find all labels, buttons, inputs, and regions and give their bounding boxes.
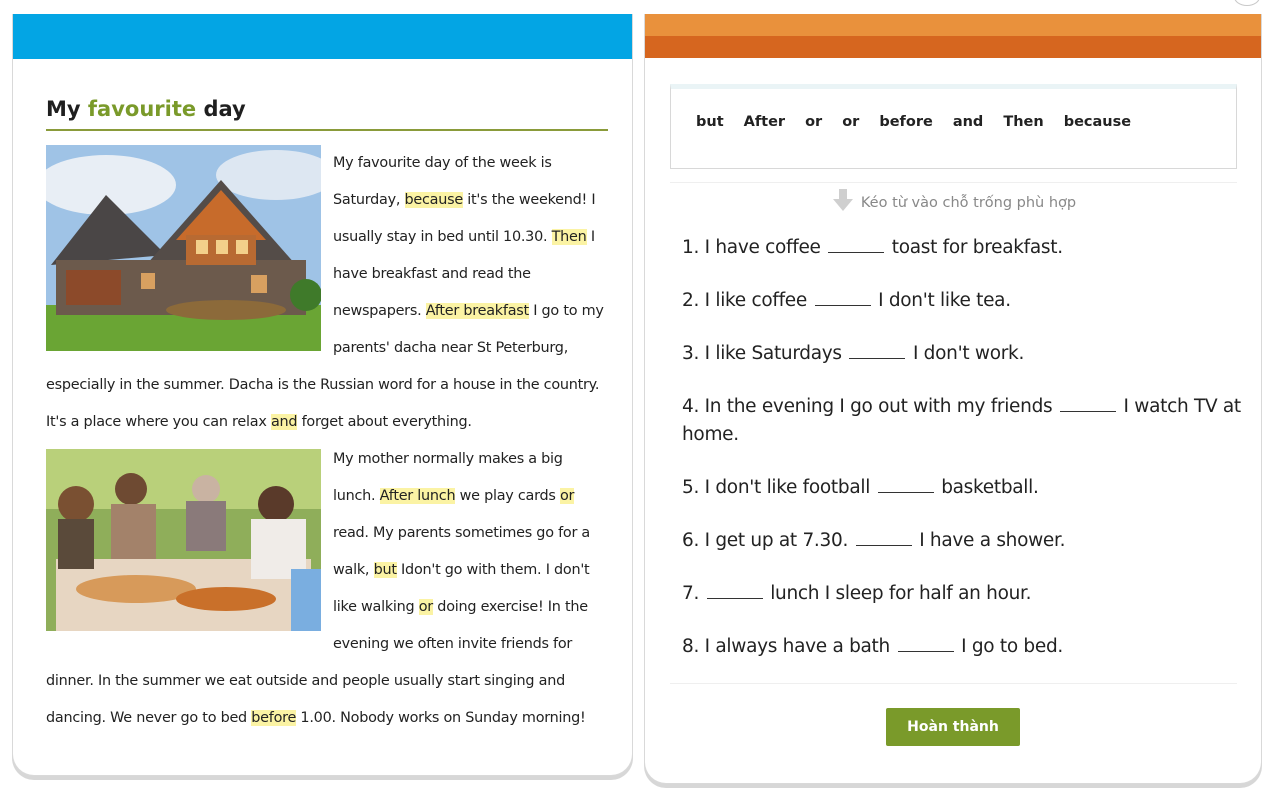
question-text-before: 6. I get up at 7.30.	[682, 530, 854, 551]
highlighted-word: and	[270, 414, 298, 430]
question-text-after: I don't like tea.	[872, 290, 1011, 311]
answer-blank[interactable]	[855, 528, 912, 546]
exercise-header-bar-top	[645, 14, 1261, 36]
highlighted-word: because	[404, 192, 463, 208]
answer-blank[interactable]	[1059, 394, 1116, 412]
question-text-before: 2. I like coffee	[682, 290, 813, 311]
question-item: 4. In the evening I go out with my frien…	[682, 393, 1242, 449]
question-item: 8. I always have a bath I go to bed.	[682, 633, 1242, 661]
family-lunch-photo	[46, 449, 321, 631]
question-item: 7. lunch I sleep for half an hour.	[682, 580, 1242, 608]
highlighted-word: Then	[551, 229, 587, 245]
question-item: 1. I have coffee toast for breakfast.	[682, 234, 1242, 262]
word-bank: but After or or before and Then because	[670, 84, 1237, 169]
question-text-after: toast for breakfast.	[886, 237, 1063, 258]
title-part-2: day	[203, 97, 246, 121]
word-chip[interactable]: Then	[1003, 114, 1043, 130]
question-text-after: I don't work.	[907, 343, 1025, 364]
reading-panel: My favourite day My favourite day of the…	[12, 14, 633, 776]
question-text-after: I have a shower.	[913, 530, 1066, 551]
title-part-1: My	[46, 97, 81, 121]
answer-blank[interactable]	[877, 475, 934, 493]
divider	[670, 683, 1237, 684]
highlighted-word: but	[373, 562, 397, 578]
paragraph-text: 1.00. Nobody works on Sunday morning!	[296, 710, 586, 726]
question-text-before: 7.	[682, 583, 705, 604]
paragraph-text: we play cards	[455, 488, 560, 504]
question-text-after: lunch I sleep for half an hour.	[764, 583, 1032, 604]
reading-title: My favourite day	[46, 94, 608, 131]
question-text-before: 5. I don't like football	[682, 477, 876, 498]
question-text-before: 3. I like Saturdays	[682, 343, 848, 364]
highlighted-word: before	[251, 710, 297, 726]
exercise-panel: but After or or before and Then because Kéo từ …	[644, 14, 1262, 784]
title-highlight: favourite	[87, 97, 197, 121]
arrow-down-icon	[831, 189, 855, 211]
drag-hint-text: Kéo từ vào chỗ trống phù hợp	[860, 195, 1077, 211]
finish-button[interactable]: Hoàn thành	[886, 708, 1020, 746]
word-chip[interactable]: or	[842, 114, 859, 130]
word-chip[interactable]: After	[744, 114, 785, 130]
question-list: 1. I have coffee toast for breakfast. 2. …	[682, 234, 1242, 686]
question-item: 6. I get up at 7.30. I have a shower.	[682, 527, 1242, 555]
question-item: 3. I like Saturdays I don't work.	[682, 340, 1242, 368]
drag-hint: Kéo từ vào chỗ trống phù hợp	[670, 182, 1237, 211]
word-chip[interactable]: because	[1064, 114, 1131, 130]
highlighted-word: After lunch	[379, 488, 456, 504]
question-text-before: 8. I always have a bath	[682, 636, 896, 657]
reading-panel-header-bar	[13, 14, 632, 59]
question-text-before: 1. I have coffee	[682, 237, 827, 258]
exercise-header-bar-bottom	[645, 36, 1261, 58]
word-chip[interactable]: or	[805, 114, 822, 130]
question-text-after: I go to bed.	[955, 636, 1063, 657]
answer-blank[interactable]	[897, 634, 954, 652]
question-text-before: 4. In the evening I go out with my frien…	[682, 396, 1058, 417]
question-text-after: basketball.	[935, 477, 1039, 498]
question-item: 5. I don't like football basketball.	[682, 474, 1242, 502]
answer-blank[interactable]	[849, 341, 906, 359]
question-item: 2. I like coffee I don't like tea.	[682, 287, 1242, 315]
highlighted-word: or	[418, 599, 433, 615]
word-chip[interactable]: but	[696, 114, 724, 130]
answer-blank[interactable]	[706, 581, 763, 599]
paragraph-text: forget about everything.	[297, 414, 472, 430]
word-chip[interactable]: and	[953, 114, 984, 130]
corner-close-button[interactable]	[1234, 0, 1260, 6]
answer-blank[interactable]	[828, 235, 885, 253]
house-photo	[46, 145, 321, 351]
highlighted-word: or	[560, 488, 575, 504]
highlighted-word: After breakfast	[425, 303, 529, 319]
reading-content: My favourite day My favourite day of the…	[46, 94, 608, 749]
word-chip[interactable]: before	[879, 114, 932, 130]
answer-blank[interactable]	[814, 288, 871, 306]
